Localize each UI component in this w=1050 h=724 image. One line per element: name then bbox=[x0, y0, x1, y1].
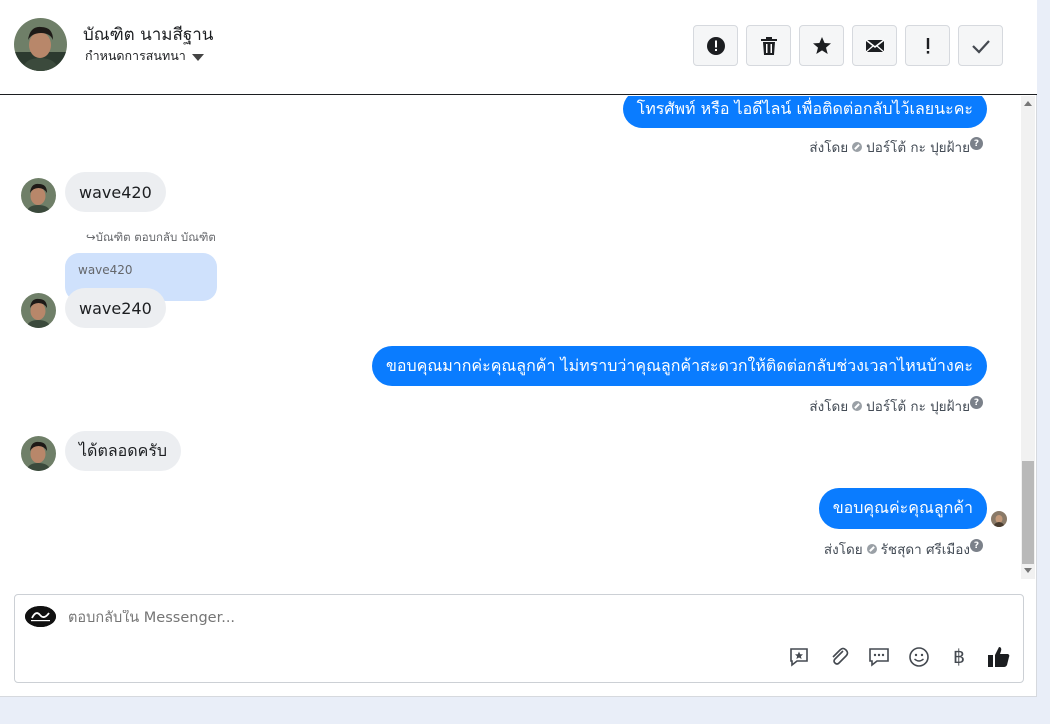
message-text: ได้ตลอดครับ bbox=[79, 440, 168, 460]
reply-note: ↪บัณฑิต ตอบกลับ บัณฑิต bbox=[86, 229, 216, 247]
like-icon bbox=[988, 647, 1010, 667]
sent-by-name[interactable]: ปอร์โต้ กะ ปุยฝ้าย bbox=[866, 395, 970, 417]
message-list[interactable]: โทรศัพท์ หรือ ไอดีไลน์ เพื่อติดต่อกลับไว… bbox=[0, 96, 1020, 579]
emoji-icon bbox=[909, 647, 929, 667]
check-icon bbox=[971, 39, 990, 54]
sent-by-prefix: ส่งโดย bbox=[823, 542, 863, 558]
sent-by-meta: ส่งโดย ปอร์โต้ กะ ปุยฝ้าย bbox=[809, 395, 970, 417]
scroll-down-arrow-icon[interactable] bbox=[1024, 568, 1032, 573]
spam-button[interactable] bbox=[693, 25, 738, 66]
reply-input[interactable] bbox=[68, 610, 768, 626]
delete-button[interactable] bbox=[746, 25, 791, 66]
caret-down-icon bbox=[191, 53, 204, 61]
conversation-settings-label: กำหนดการสนทนา bbox=[85, 48, 186, 63]
user-name: บัณฑิต นามสีฐาน bbox=[83, 25, 214, 45]
sent-by-name[interactable]: รัชสุดา ศรีเมือง bbox=[881, 538, 970, 560]
sent-by-prefix: ส่งโดย bbox=[809, 140, 849, 156]
verified-icon bbox=[866, 544, 877, 554]
message-text: wave240 bbox=[79, 298, 152, 318]
sender-avatar bbox=[21, 436, 56, 471]
mark-done-button[interactable] bbox=[958, 25, 1003, 66]
help-icon[interactable]: ? bbox=[970, 396, 983, 409]
verified-icon bbox=[852, 401, 863, 411]
emoji-button[interactable] bbox=[907, 645, 931, 669]
mail-icon bbox=[865, 38, 884, 52]
reply-arrow-icon: ↪ bbox=[86, 230, 96, 244]
saved-replies-button[interactable] bbox=[787, 645, 811, 669]
baht-icon: ฿ bbox=[952, 646, 966, 668]
sent-by-name[interactable]: ปอร์โต้ กะ ปุยฝ้าย bbox=[866, 136, 970, 158]
saved-reply-icon bbox=[790, 648, 808, 667]
incoming-message: wave420 bbox=[65, 172, 166, 212]
star-button[interactable] bbox=[799, 25, 844, 66]
message-text: wave420 bbox=[79, 182, 152, 202]
sent-by-meta: ส่งโดย รัชสุดา ศรีเมือง bbox=[824, 538, 970, 560]
conversation-settings[interactable]: กำหนดการสนทนา bbox=[85, 46, 204, 66]
message-text: ขอบคุณมากค่ะคุณลูกค้า ไม่ทราบว่าคุณลูกค้… bbox=[385, 355, 973, 375]
incoming-message: ได้ตลอดครับ bbox=[65, 431, 182, 471]
scrollbar-thumb[interactable] bbox=[1022, 461, 1034, 564]
seen-avatar bbox=[991, 511, 1007, 527]
messages-button[interactable] bbox=[867, 645, 891, 669]
outgoing-message: โทรศัพท์ หรือ ไอดีไลน์ เพื่อติดต่อกลับไว… bbox=[622, 96, 987, 128]
alert-icon bbox=[706, 36, 725, 55]
mark-unread-button[interactable] bbox=[852, 25, 897, 66]
verified-icon bbox=[852, 142, 863, 152]
user-avatar[interactable] bbox=[14, 18, 67, 71]
conversation-panel: บัณฑิต นามสีฐาน กำหนดการสนทนา โทรศัพท์ ห… bbox=[0, 0, 1037, 697]
incoming-message: wave240 bbox=[65, 288, 166, 328]
reply-note-text: บัณฑิต ตอบกลับ บัณฑิต bbox=[95, 230, 216, 244]
help-icon[interactable]: ? bbox=[970, 539, 983, 552]
quoted-text: wave420 bbox=[78, 263, 133, 277]
reply-composer: ฿ bbox=[14, 594, 1024, 683]
sent-by-meta: ส่งโดย ปอร์โต้ กะ ปุยฝ้าย bbox=[809, 136, 970, 158]
attachment-icon bbox=[832, 647, 849, 665]
attach-button[interactable] bbox=[827, 645, 851, 669]
payment-button[interactable]: ฿ bbox=[947, 645, 971, 669]
trash-icon bbox=[760, 36, 777, 55]
chat-scrollbar[interactable] bbox=[1021, 96, 1035, 579]
outgoing-message: ขอบคุณมากค่ะคุณลูกค้า ไม่ทราบว่าคุณลูกค้… bbox=[371, 346, 987, 386]
sender-avatar bbox=[21, 293, 56, 328]
composer-toolbar: ฿ bbox=[787, 645, 1011, 669]
star-icon bbox=[812, 36, 831, 54]
chat-icon bbox=[869, 648, 889, 667]
page-logo-icon bbox=[25, 606, 56, 627]
sent-by-prefix: ส่งโดย bbox=[809, 399, 849, 415]
conversation-header: บัณฑิต นามสีฐาน กำหนดการสนทนา bbox=[0, 0, 1037, 95]
outgoing-message: ขอบคุณค่ะคุณลูกค้า bbox=[818, 488, 987, 529]
header-toolbar bbox=[693, 25, 1003, 66]
like-button[interactable] bbox=[987, 645, 1011, 669]
exclamation-icon bbox=[926, 37, 929, 54]
scroll-up-arrow-icon[interactable] bbox=[1024, 101, 1032, 106]
follow-up-button[interactable] bbox=[905, 25, 950, 66]
sender-avatar bbox=[21, 178, 56, 213]
message-text: โทรศัพท์ หรือ ไอดีไลน์ เพื่อติดต่อกลับไว… bbox=[636, 98, 973, 118]
help-icon[interactable]: ? bbox=[970, 137, 983, 150]
message-text: ขอบคุณค่ะคุณลูกค้า bbox=[832, 498, 973, 517]
